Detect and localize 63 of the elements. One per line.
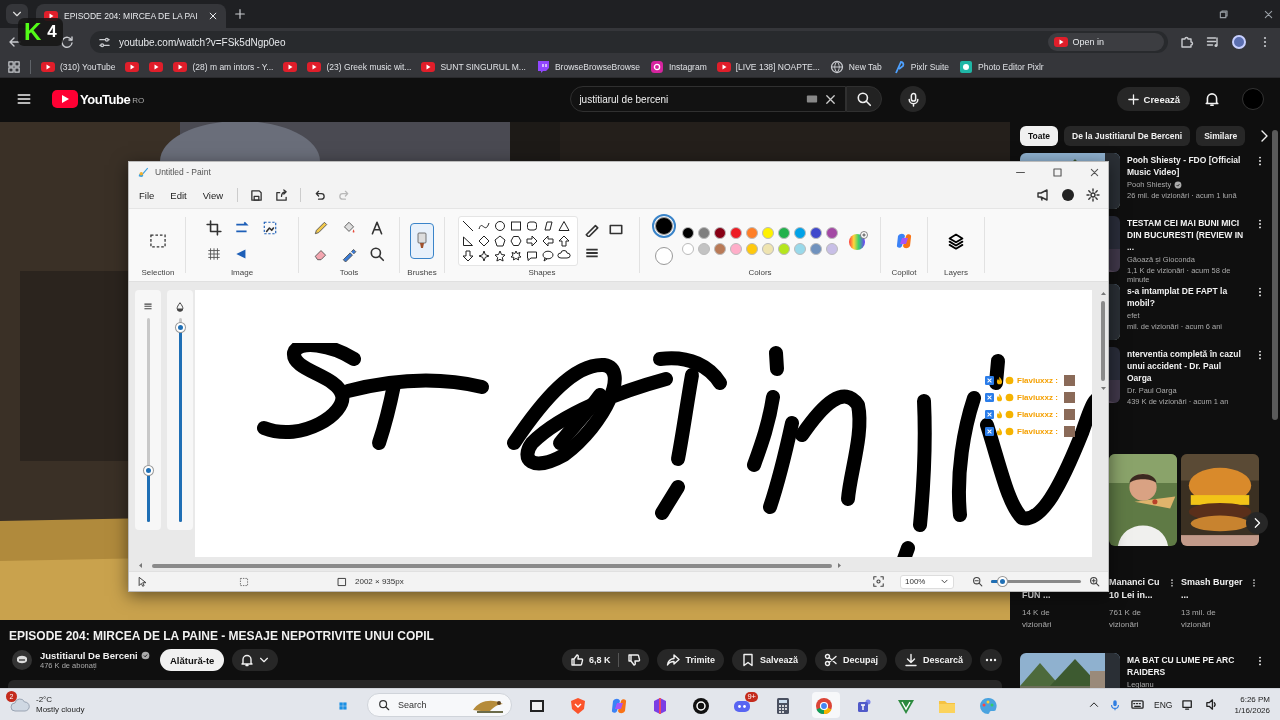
join-button[interactable]: Alătură-te: [160, 649, 225, 671]
clock-time[interactable]: 6:26 PM: [1234, 693, 1270, 705]
download-button[interactable]: Descarcă: [894, 649, 972, 671]
video-title: EPISODE 204: MIRCEA DE LA PAINE - MESAJE NEPOTRIVITE UNUI COPIL: [8, 628, 435, 643]
view-count: 13 mil. de vizionări: [1181, 607, 1217, 631]
filter-chip[interactable]: Similare: [1196, 126, 1246, 146]
short-title[interactable]: Mananci Cu 10 Lei in...: [1109, 576, 1165, 602]
clock-date[interactable]: 1/16/2026: [1234, 704, 1270, 716]
tab-title: EPISODE 204: MIRCEA DE LA PAI: [64, 11, 199, 21]
bookmark[interactable]: (310) YouTube: [41, 59, 116, 74]
bookmark[interactable]: Pixlr Suite: [891, 59, 950, 74]
chat-username: Flaviuxxz :: [1017, 427, 1058, 436]
video-title[interactable]: s-a intamplat DE FAPT la mobil?: [1127, 285, 1247, 309]
short-title[interactable]: Smash Burger ...: [1181, 576, 1247, 602]
video-title[interactable]: MA BAT CU LUME PE ARC RAIDERS: [1127, 654, 1247, 678]
group-label: Image: [230, 268, 254, 277]
filter-chip[interactable]: Toate: [1020, 126, 1059, 146]
menu-item[interactable]: File: [137, 189, 157, 201]
search-field[interactable]: Search: [367, 692, 512, 717]
channel-name[interactable]: Justitiarul De Berceni: [40, 650, 138, 661]
clip-button[interactable]: Decupaj: [814, 649, 887, 671]
chat-username: Flaviuxxz :: [1017, 410, 1058, 419]
bookmark[interactable]: (28) m am intors - Y...: [173, 59, 274, 74]
url-text: youtube.com/watch?v=FSk5dNgp0eo: [119, 36, 286, 48]
logo-text[interactable]: YouTube: [80, 91, 131, 107]
bookmark[interactable]: BrowseBrowseBrowse: [535, 59, 640, 74]
video-title[interactable]: TESTAM CEI MAI BUNI MICI DIN BUCURESTI (REVIEW IN ...: [1127, 217, 1247, 253]
bookmark[interactable]: SUNT SINGURUL M...: [421, 59, 526, 74]
bookmark[interactable]: [LIVE 138] NOAPTE...: [716, 59, 820, 74]
search-field[interactable]: justitiarul de berceni: [570, 86, 847, 112]
language-indicator[interactable]: ENG: [1154, 699, 1173, 710]
filter-chip[interactable]: De la Justitiarul De Berceni: [1064, 126, 1191, 146]
create-button[interactable]: Creează: [1116, 87, 1190, 111]
menu-item[interactable]: View: [200, 189, 226, 201]
chat-username: Flaviuxxz :: [1017, 393, 1058, 402]
open-in-app-button[interactable]: Open in: [1048, 33, 1164, 51]
address-bar[interactable]: youtube.com/watch?v=FSk5dNgp0eo Open in: [90, 31, 1168, 53]
bookmark[interactable]: Instagram: [649, 59, 707, 74]
bookmark[interactable]: Photo Editor Pixlr: [959, 59, 1044, 74]
share-button[interactable]: Trimite: [657, 649, 724, 671]
group-label: Layers: [944, 268, 968, 277]
view-count: 14 K de vizionări: [1022, 607, 1053, 631]
group-label: Copilot: [891, 268, 917, 277]
country-code: RO: [132, 96, 145, 105]
zoom-dropdown[interactable]: 100%: [900, 574, 954, 589]
short-title[interactable]: FUN ...: [1022, 589, 1093, 602]
group-label: Brushes: [407, 268, 437, 277]
canvas-size: 2002 × 935px: [355, 577, 404, 586]
group-label: Colors: [748, 268, 772, 277]
group-label: Tools: [339, 268, 359, 277]
weather-text: Mostly cloudy: [36, 704, 85, 715]
temperature: -2°C: [36, 694, 54, 705]
video-title[interactable]: Pooh Shiesty - FDO [Official Music Video]: [1127, 154, 1247, 178]
video-title[interactable]: nterventia completă în cazul unui accident - Dr. Paul Oarga: [1127, 348, 1247, 384]
menu-item[interactable]: Edit: [168, 189, 189, 201]
save-button[interactable]: Salvează: [731, 649, 807, 671]
group-label: Selection: [141, 268, 175, 277]
chat-username: Flaviuxxz :: [1017, 376, 1058, 385]
window-title: Untitled - Paint: [155, 167, 211, 177]
view-count: 761 K de vizionări: [1109, 607, 1143, 631]
bookmark[interactable]: New Tab: [829, 59, 882, 74]
group-label: Shapes: [528, 268, 556, 277]
bookmark[interactable]: (23) Greek music wit...: [307, 59, 412, 74]
